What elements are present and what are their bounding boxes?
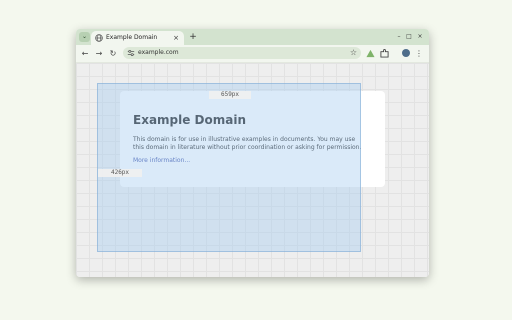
minimize-icon[interactable]: –: [394, 31, 404, 43]
browser-toolbar: ← → ↻ example.com ☆ ⋮: [76, 45, 429, 63]
bookmark-star-icon[interactable]: ☆: [350, 47, 357, 59]
tab-example-domain[interactable]: Example Domain ×: [91, 31, 184, 45]
page-viewport: Example Domain This domain is for use in…: [76, 63, 429, 277]
profile-avatar[interactable]: [402, 49, 410, 57]
browser-window: ⌄ Example Domain × + – □ × ← → ↻ example…: [76, 29, 429, 277]
more-menu-icon[interactable]: ⋮: [413, 47, 425, 60]
forward-arrow-icon[interactable]: →: [93, 47, 105, 60]
new-tab-button[interactable]: +: [187, 31, 199, 43]
close-tab-icon[interactable]: ×: [171, 31, 181, 45]
overlay-height-label: 426px: [98, 169, 142, 177]
tab-search-button[interactable]: ⌄: [79, 32, 90, 42]
globe-icon: [95, 34, 103, 42]
tab-title: Example Domain: [106, 34, 158, 41]
puzzle-icon[interactable]: [378, 47, 390, 60]
triangle-warning-icon[interactable]: [364, 47, 376, 60]
close-window-icon[interactable]: ×: [415, 31, 425, 43]
chevron-down-icon: ⌄: [81, 33, 88, 40]
tab-strip: ⌄ Example Domain × + – □ ×: [76, 29, 429, 45]
reload-icon[interactable]: ↻: [107, 47, 119, 60]
address-bar[interactable]: example.com ☆: [123, 47, 361, 59]
overlay-width-label: 659px: [209, 91, 251, 99]
site-info-icon: [127, 50, 135, 56]
back-arrow-icon[interactable]: ←: [79, 47, 91, 60]
element-highlight-overlay: [97, 83, 361, 252]
url-text: example.com: [138, 49, 179, 56]
maximize-icon[interactable]: □: [404, 31, 414, 43]
